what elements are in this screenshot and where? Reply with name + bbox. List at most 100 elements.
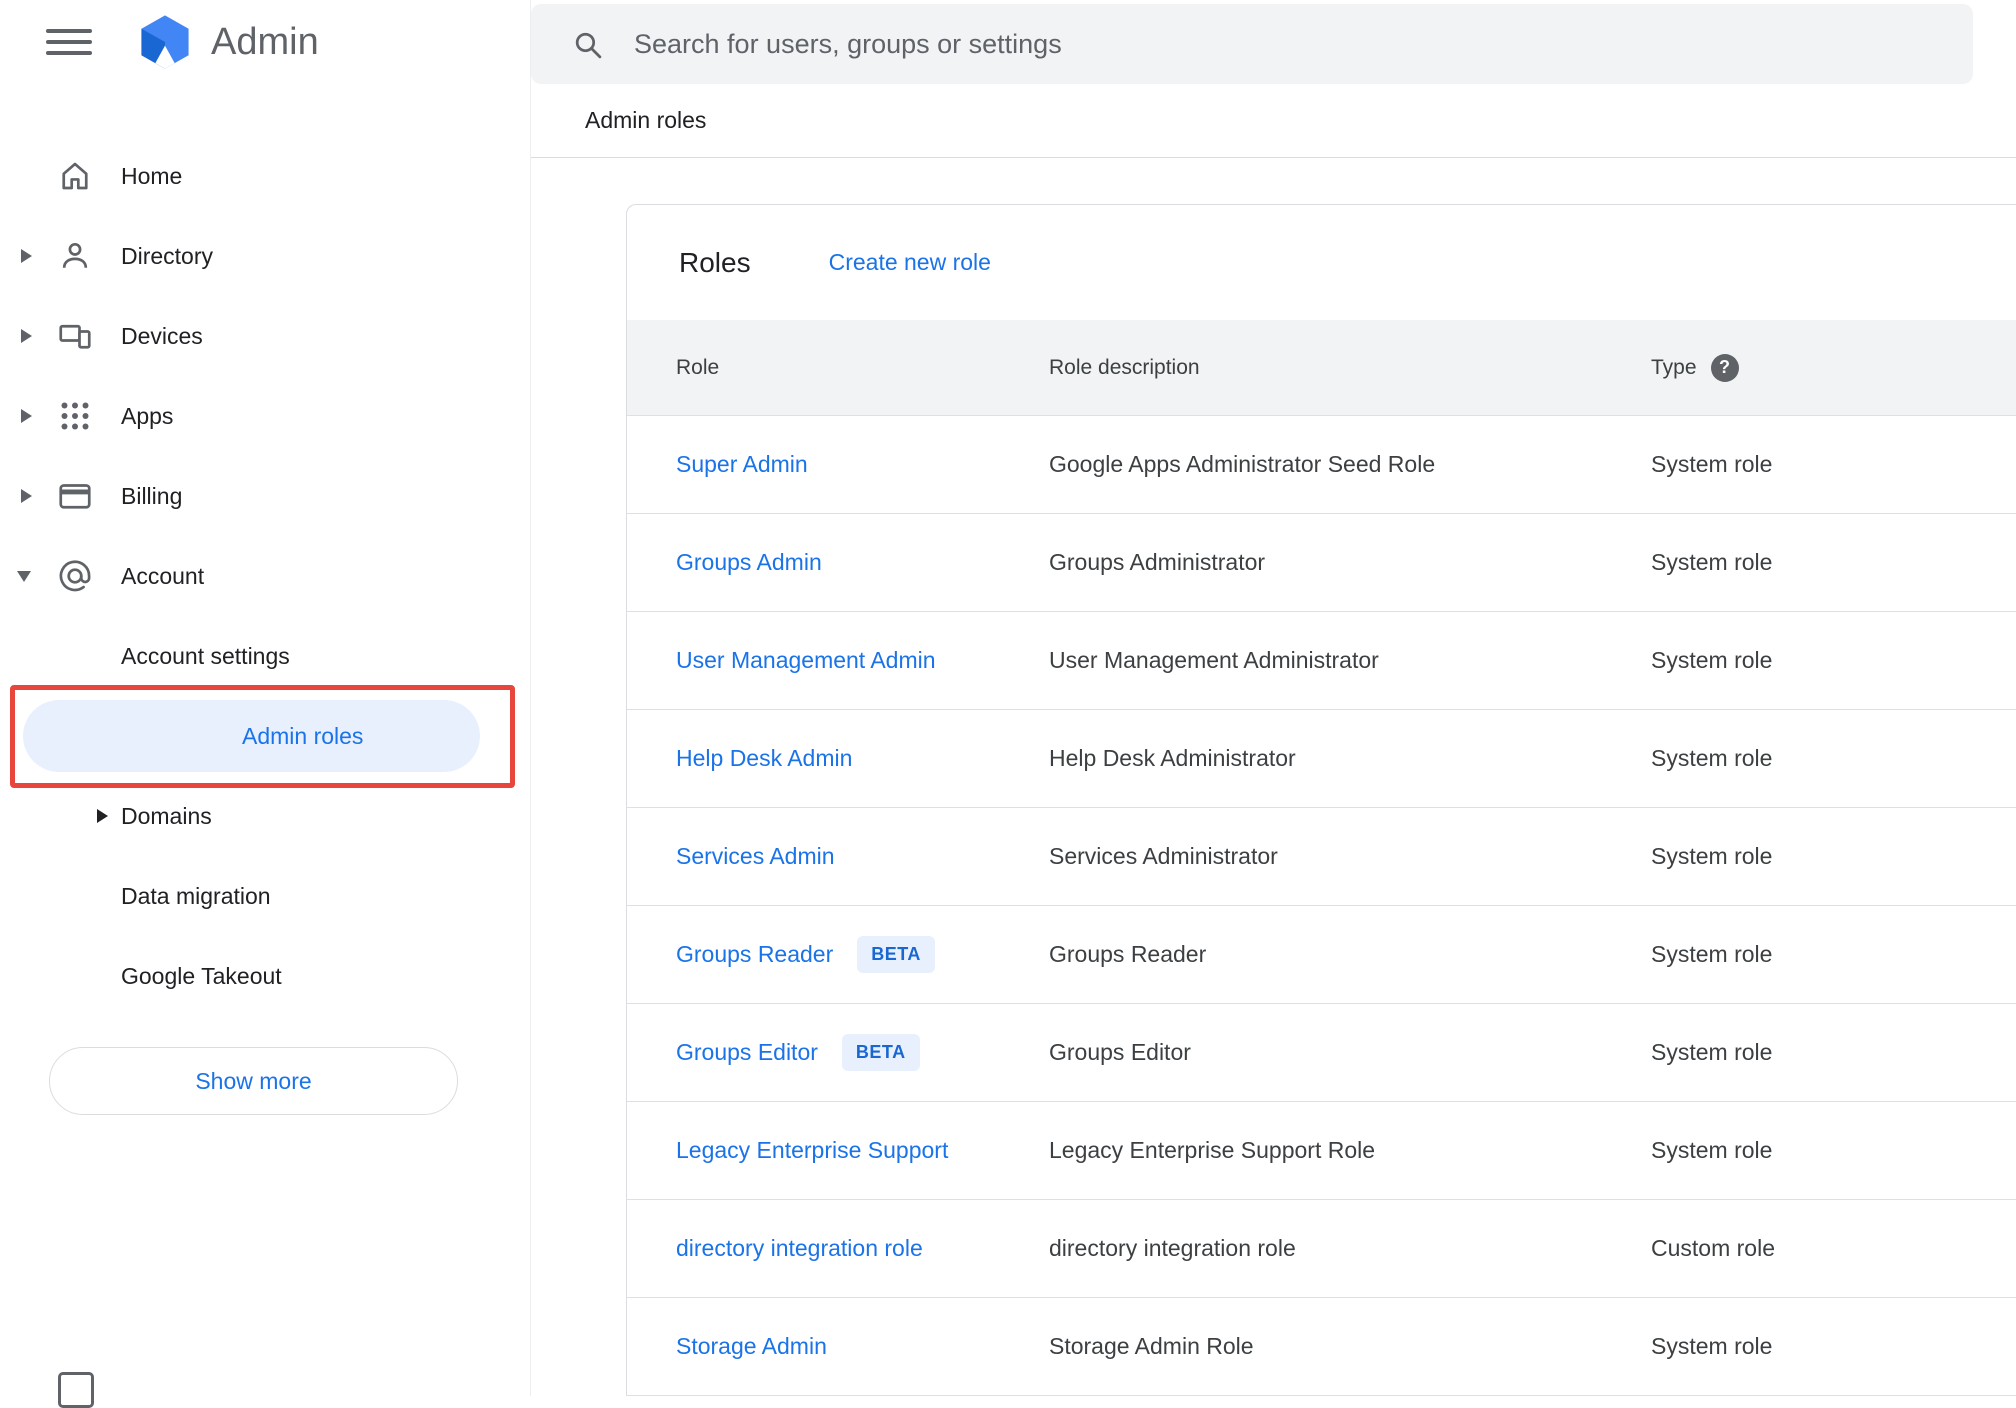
sidebar-item-label: Billing bbox=[121, 482, 183, 509]
expand-arrow-icon[interactable] bbox=[21, 249, 32, 263]
sidebar-item-apps[interactable]: Apps bbox=[0, 376, 530, 456]
role-link[interactable]: Help Desk Admin bbox=[676, 745, 852, 772]
role-cell: Legacy Enterprise Support bbox=[627, 1137, 1049, 1164]
column-header-description: Role description bbox=[1049, 355, 1200, 379]
admin-console: Admin Home Directory Devices Apps Billin… bbox=[0, 0, 2016, 1408]
sidebar-item-directory[interactable]: Directory bbox=[0, 216, 530, 296]
clipped-bottom-icon bbox=[58, 1372, 94, 1408]
sidebar-header: Admin bbox=[0, 0, 530, 84]
sidebar-item-label: Account settings bbox=[121, 642, 290, 669]
beta-badge: BETA bbox=[841, 1034, 920, 1071]
sidebar-item-devices[interactable]: Devices bbox=[0, 296, 530, 376]
breadcrumb-bar: Admin roles bbox=[531, 84, 2016, 158]
menu-icon[interactable] bbox=[46, 24, 92, 60]
role-description: Help Desk Administrator bbox=[1049, 745, 1296, 771]
role-type: System role bbox=[1651, 745, 1773, 771]
search-bar[interactable] bbox=[531, 4, 1973, 84]
column-header-type-label: Type bbox=[1651, 355, 1697, 379]
role-cell: directory integration role bbox=[627, 1235, 1049, 1262]
sidebar-item-data-migration[interactable]: Data migration bbox=[0, 856, 530, 936]
role-link[interactable]: Storage Admin bbox=[676, 1333, 827, 1360]
beta-badge: BETA bbox=[857, 936, 935, 973]
sidebar-item-account[interactable]: Account bbox=[0, 536, 530, 616]
table-row: Super Admin Google Apps Administrator See… bbox=[627, 416, 2016, 514]
role-link[interactable]: directory integration role bbox=[676, 1235, 923, 1262]
sidebar-nav: Home Directory Devices Apps Billing Acco… bbox=[0, 136, 530, 1016]
expand-arrow-icon[interactable] bbox=[21, 489, 32, 503]
role-link[interactable]: Groups Reader bbox=[676, 941, 833, 968]
role-link[interactable]: Services Admin bbox=[676, 843, 835, 870]
sidebar-item-domains[interactable]: Domains bbox=[0, 776, 530, 856]
role-link[interactable]: User Management Admin bbox=[676, 647, 936, 674]
table-body: Super Admin Google Apps Administrator See… bbox=[627, 416, 2016, 1396]
table-header-row: Role Role description Type ? bbox=[627, 320, 2016, 416]
collapse-arrow-icon[interactable] bbox=[17, 570, 31, 582]
role-type: System role bbox=[1651, 451, 1773, 477]
role-cell: Groups Reader BETA bbox=[627, 936, 1049, 973]
expand-arrow-icon[interactable] bbox=[21, 409, 32, 423]
sidebar-item-label: Google Takeout bbox=[121, 962, 282, 989]
role-link[interactable]: Legacy Enterprise Support bbox=[676, 1137, 948, 1164]
sidebar-item-account-settings[interactable]: Account settings bbox=[0, 616, 530, 696]
roles-card-header: Roles Create new role bbox=[627, 205, 2016, 320]
column-header-role: Role bbox=[676, 355, 720, 379]
role-link[interactable]: Groups Admin bbox=[676, 549, 822, 576]
sidebar-item-label: Domains bbox=[121, 802, 212, 829]
role-link[interactable]: Groups Editor bbox=[676, 1039, 818, 1066]
role-description: Groups Administrator bbox=[1049, 549, 1266, 575]
account-icon bbox=[57, 558, 93, 594]
sidebar-item-label: Account bbox=[121, 562, 205, 589]
app-title: Admin bbox=[211, 20, 319, 63]
show-more-button[interactable]: Show more bbox=[49, 1047, 458, 1115]
role-type: System role bbox=[1651, 843, 1773, 869]
role-cell: Help Desk Admin bbox=[627, 745, 1049, 772]
table-row: Services Admin Services Administrator Syst… bbox=[627, 808, 2016, 906]
search-input[interactable] bbox=[632, 27, 1943, 61]
breadcrumb: Admin roles bbox=[585, 107, 707, 133]
role-cell: Groups Admin bbox=[627, 549, 1049, 576]
expand-arrow-icon[interactable] bbox=[97, 809, 108, 823]
apps-icon bbox=[57, 398, 93, 434]
create-new-role-link[interactable]: Create new role bbox=[829, 249, 991, 276]
sidebar-item-google-takeout[interactable]: Google Takeout bbox=[0, 936, 530, 1016]
table-row: User Management Admin User Management Adm… bbox=[627, 612, 2016, 710]
role-cell: Super Admin bbox=[627, 451, 1049, 478]
role-type: System role bbox=[1651, 647, 1773, 673]
role-type: Custom role bbox=[1651, 1235, 1775, 1261]
role-description: Services Administrator bbox=[1049, 843, 1278, 869]
sidebar-item-label: Apps bbox=[121, 402, 174, 429]
role-description: Google Apps Administrator Seed Role bbox=[1049, 451, 1436, 477]
roles-card: Roles Create new role Role Role descript… bbox=[626, 204, 2016, 1396]
column-header-type: Type ? bbox=[1651, 353, 2016, 382]
admin-logo-icon bbox=[136, 13, 194, 71]
role-description: Storage Admin Role bbox=[1049, 1333, 1254, 1359]
help-icon[interactable]: ? bbox=[1710, 353, 1739, 382]
role-description: Groups Editor bbox=[1049, 1039, 1191, 1065]
role-description: Groups Reader bbox=[1049, 941, 1207, 967]
sidebar-item-label: Data migration bbox=[121, 882, 271, 909]
sidebar-item-home[interactable]: Home bbox=[0, 136, 530, 216]
sidebar-item-label: Home bbox=[121, 162, 183, 189]
role-cell: User Management Admin bbox=[627, 647, 1049, 674]
role-description: directory integration role bbox=[1049, 1235, 1296, 1261]
sidebar-item-label: Admin roles bbox=[242, 722, 364, 749]
role-link[interactable]: Super Admin bbox=[676, 451, 808, 478]
table-row: Groups Admin Groups Administrator System r… bbox=[627, 514, 2016, 612]
topbar bbox=[531, 0, 2016, 84]
role-cell: Storage Admin bbox=[627, 1333, 1049, 1360]
search-icon bbox=[571, 28, 604, 61]
role-type: System role bbox=[1651, 1039, 1773, 1065]
devices-icon bbox=[57, 318, 93, 354]
role-type: System role bbox=[1651, 1137, 1773, 1163]
table-row: Groups Reader BETA Groups Reader System rol… bbox=[627, 906, 2016, 1004]
role-type: System role bbox=[1651, 941, 1773, 967]
selected-pill: Admin roles bbox=[23, 700, 480, 772]
expand-arrow-icon[interactable] bbox=[21, 329, 32, 343]
sidebar-item-admin-roles[interactable]: Admin roles bbox=[0, 696, 530, 776]
role-cell: Services Admin bbox=[627, 843, 1049, 870]
table-row: Storage Admin Storage Admin Role System ro… bbox=[627, 1298, 2016, 1396]
sidebar: Admin Home Directory Devices Apps Billin… bbox=[0, 0, 531, 1408]
home-icon bbox=[57, 158, 93, 194]
sidebar-item-billing[interactable]: Billing bbox=[0, 456, 530, 536]
content-area: Roles Create new role Role Role descript… bbox=[531, 158, 2016, 1396]
